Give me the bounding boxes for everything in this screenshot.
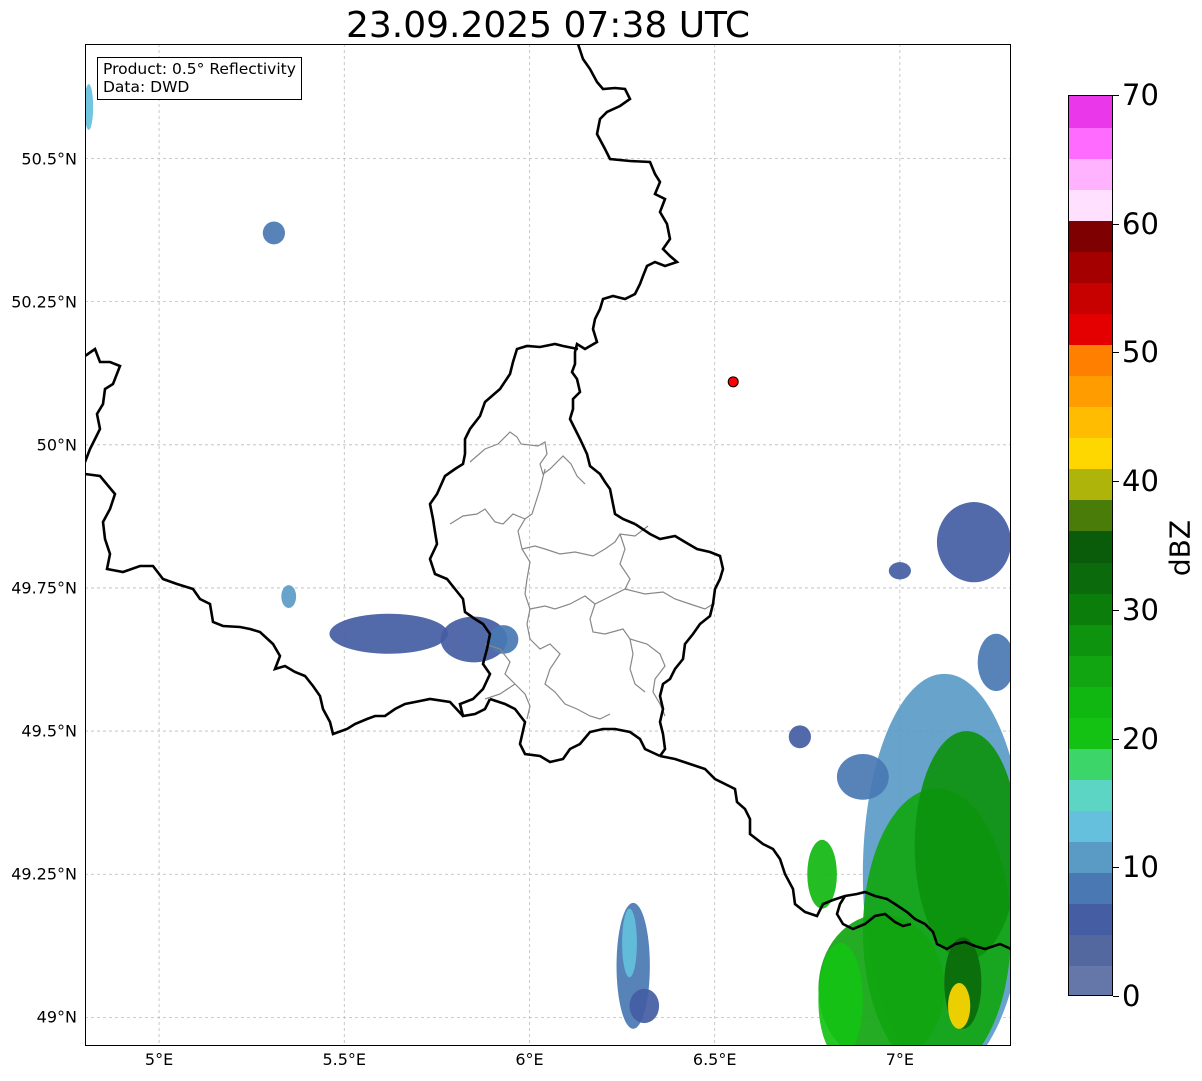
border-belgium-france: [85, 472, 464, 736]
lat-tick-label: 49.25°N: [11, 864, 77, 884]
echo-cell: [948, 983, 971, 1029]
border-belgium-france-west: [85, 346, 122, 463]
colorbar-tick-mark: [1113, 223, 1119, 225]
colorbar-segment: [1069, 220, 1112, 252]
colorbar-tick-label: 10: [1122, 850, 1159, 885]
district-border: [449, 468, 546, 525]
echo-cell: [329, 613, 448, 654]
echo-cell: [622, 908, 637, 978]
colorbar-segment: [1069, 158, 1112, 190]
colorbar-segment: [1069, 562, 1112, 594]
reflectivity-echoes: [85, 84, 1011, 1046]
colorbar-segment: [1069, 655, 1112, 687]
echo-cell: [936, 502, 1011, 583]
district-border: [517, 518, 649, 557]
colorbar-segment: [1069, 344, 1112, 377]
colorbar: [1068, 95, 1113, 996]
lat-tick-label: 49°N: [36, 1007, 77, 1027]
colorbar-segment: [1069, 499, 1112, 532]
colorbar-segment: [1069, 127, 1112, 159]
colorbar-segment: [1069, 934, 1112, 967]
echo-cell: [85, 84, 94, 130]
echo-cell: [977, 633, 1011, 691]
lat-tick-label: 50°N: [36, 435, 77, 455]
colorbar-title: dBZ: [1163, 519, 1197, 577]
colorbar-segment: [1069, 686, 1112, 718]
radar-map: [85, 44, 1011, 1046]
district-border: [484, 683, 516, 700]
colorbar-segment: [1069, 748, 1112, 780]
colorbar-tick-label: 0: [1122, 979, 1141, 1013]
district-border: [521, 548, 531, 640]
product-label: Product: 0.5° Reflectivity: [103, 60, 296, 78]
data-source-label: Data: DWD: [103, 78, 190, 96]
lat-tick-label: 49.5°N: [21, 721, 77, 741]
colorbar-segment: [1069, 282, 1112, 314]
colorbar-segment: [1069, 437, 1112, 470]
colorbar-segment: [1069, 624, 1112, 656]
echo-cell: [788, 725, 811, 749]
colorbar-segment: [1069, 468, 1112, 501]
border-luxembourg-germany: [634, 522, 725, 757]
district-border: [529, 533, 631, 610]
colorbar-segment: [1069, 593, 1112, 625]
colorbar-segment: [1069, 189, 1112, 221]
colorbar-tick-mark: [1113, 738, 1119, 740]
colorbar-segment: [1069, 965, 1112, 995]
colorbar-segment: [1069, 841, 1112, 874]
lon-tick-label: 7°E: [885, 1050, 915, 1069]
district-border: [629, 638, 666, 717]
border-germany-belgium: [568, 44, 680, 526]
echo-cell: [888, 562, 911, 580]
colorbar-tick-label: 60: [1122, 206, 1159, 241]
district-border: [589, 603, 646, 693]
radar-site-marker[interactable]: [727, 376, 739, 388]
lon-tick-label: 5°E: [144, 1050, 174, 1069]
map-title: 23.09.2025 07:38 UTC: [345, 5, 751, 46]
lat-tick-label: 49.75°N: [11, 578, 77, 598]
colorbar-segment: [1069, 96, 1112, 128]
map-area[interactable]: [85, 44, 1011, 1046]
echo-cell: [629, 988, 660, 1024]
echo-cell: [262, 221, 286, 245]
colorbar-segment: [1069, 717, 1112, 749]
lon-tick-label: 6°E: [515, 1050, 544, 1069]
radar-site-layer: [727, 376, 739, 388]
colorbar-tick-mark: [1113, 95, 1119, 96]
district-border: [624, 588, 714, 610]
echo-cell: [836, 753, 889, 800]
colorbar-segment: [1069, 375, 1112, 408]
colorbar-tick-label: 30: [1122, 592, 1159, 627]
info-legend-box: Product: 0.5° Reflectivity Data: DWD: [97, 57, 302, 100]
colorbar-tick-mark: [1113, 481, 1119, 483]
colorbar-segment: [1069, 313, 1112, 346]
lon-tick-label: 5.5°E: [322, 1050, 367, 1069]
colorbar-tick-label: 50: [1122, 335, 1159, 370]
district-border: [529, 638, 611, 720]
colorbar-tick-label: 70: [1122, 78, 1159, 112]
colorbar-segment: [1069, 779, 1112, 812]
colorbar-tick-label: 20: [1122, 721, 1159, 756]
lon-tick-label: 6.5°E: [692, 1050, 737, 1069]
colorbar-segment: [1069, 810, 1112, 843]
lat-tick-label: 50.25°N: [11, 292, 77, 312]
colorbar-tick-mark: [1113, 609, 1119, 611]
colorbar-tick-mark: [1113, 996, 1119, 997]
echo-cell: [488, 625, 519, 654]
colorbar-tick-label: 40: [1122, 464, 1159, 499]
colorbar-segment: [1069, 530, 1112, 563]
echo-cell: [807, 839, 837, 909]
district-border: [469, 431, 586, 485]
colorbar-tick-mark: [1113, 352, 1119, 354]
colorbar-segment: [1069, 251, 1112, 283]
colorbar-segment: [1069, 872, 1112, 905]
colorbar-segment: [1069, 903, 1112, 936]
lat-tick-label: 50.5°N: [21, 149, 77, 168]
echo-cell: [281, 585, 297, 608]
colorbar-segment: [1069, 406, 1112, 439]
colorbar-tick-mark: [1113, 867, 1119, 869]
